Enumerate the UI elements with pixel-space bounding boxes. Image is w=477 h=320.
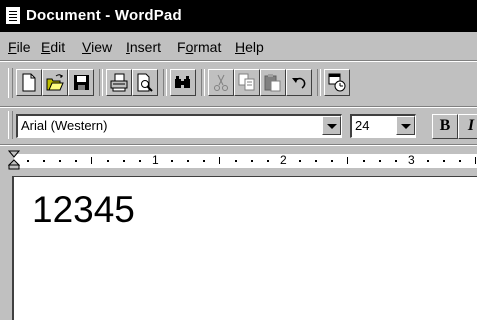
new-icon [22, 73, 36, 92]
ruler-tick [107, 160, 109, 162]
font-name-combobox[interactable]: Arial (Western) [16, 114, 342, 138]
menu-insert[interactable]: Insert [126, 39, 161, 55]
ruler-tick [443, 160, 445, 162]
left-margin-bar [0, 176, 12, 320]
ruler-label-1: 1 [152, 153, 159, 167]
ruler-tick [59, 160, 61, 162]
open-icon [46, 74, 64, 91]
ruler-tick [427, 160, 429, 162]
ruler-tick [187, 160, 189, 162]
font-name-value: Arial (Western) [21, 118, 108, 133]
toolbar-separator [317, 69, 321, 96]
new-button[interactable] [16, 69, 42, 96]
menu-edit[interactable]: Edit [41, 39, 65, 55]
font-dropdown-button[interactable] [322, 116, 341, 135]
font-size-dropdown-button[interactable] [396, 116, 415, 135]
copy-icon [238, 73, 255, 91]
ruler[interactable]: 1 2 3 [0, 146, 477, 174]
ruler-tick [123, 160, 125, 162]
print-icon [110, 73, 128, 92]
ruler-tick [379, 160, 381, 162]
ruler-tick [27, 160, 29, 162]
paste-icon [264, 74, 281, 92]
find-icon [175, 76, 190, 88]
ruler-half-tick [347, 157, 348, 164]
ruler-tick [43, 160, 45, 162]
ruler-tick [299, 160, 301, 162]
formatbar-grip[interactable] [8, 111, 13, 139]
ruler-tick [251, 160, 253, 162]
bold-button[interactable]: B [432, 114, 458, 139]
format-bar: Arial (Western) 24 B I [0, 108, 477, 144]
ruler-half-tick [91, 157, 92, 164]
print-button[interactable] [106, 69, 132, 96]
toolbar-separator [99, 69, 103, 96]
ruler-tick [139, 160, 141, 162]
ruler-tick [75, 160, 77, 162]
cut-button[interactable] [208, 69, 234, 96]
insert-datetime-button[interactable] [324, 69, 350, 96]
ruler-half-tick [219, 157, 220, 164]
paste-button[interactable] [260, 69, 286, 96]
ruler-label-2: 2 [280, 153, 287, 167]
ruler-tick [315, 160, 317, 162]
print-preview-icon [137, 73, 153, 92]
menu-format[interactable]: Format [177, 39, 221, 55]
document-text[interactable]: 12345 [32, 189, 135, 231]
cut-icon [214, 74, 228, 91]
window-title: Document - WordPad [26, 7, 182, 24]
toolbar-separator [201, 69, 205, 96]
open-button[interactable] [42, 69, 68, 96]
ruler-tick [395, 160, 397, 162]
menu-bar: File Edit View Insert Format Help [0, 32, 477, 60]
ruler-half-tick [475, 157, 476, 164]
find-button[interactable] [170, 69, 196, 96]
document-area[interactable]: 12345 [12, 176, 477, 320]
menu-file[interactable]: File [8, 39, 31, 55]
ruler-tick [331, 160, 333, 162]
ruler-label-3: 3 [408, 153, 415, 167]
save-button[interactable] [68, 69, 94, 96]
undo-icon [292, 77, 306, 89]
ruler-tick [203, 160, 205, 162]
indent-marker-icon[interactable] [8, 150, 20, 170]
menu-help[interactable]: Help [235, 39, 264, 55]
toolbar-separator [163, 69, 167, 96]
insert-datetime-icon [328, 73, 346, 92]
ruler-tick [363, 160, 365, 162]
ruler-tick [267, 160, 269, 162]
ruler-tick [459, 160, 461, 162]
toolbar-grip[interactable] [8, 68, 13, 98]
ruler-tick [235, 160, 237, 162]
wordpad-window: Document - WordPad File Edit View Insert… [0, 0, 477, 320]
title-bar[interactable]: Document - WordPad [0, 0, 477, 32]
font-size-combobox[interactable]: 24 [350, 114, 416, 138]
italic-button[interactable]: I [458, 114, 477, 139]
ruler-tick [171, 160, 173, 162]
wordpad-app-icon[interactable] [6, 7, 20, 24]
font-size-value: 24 [355, 118, 370, 133]
standard-toolbar [0, 62, 477, 106]
copy-button[interactable] [234, 69, 260, 96]
menu-view[interactable]: View [82, 39, 112, 55]
save-icon [74, 75, 89, 90]
undo-button[interactable] [286, 69, 312, 96]
print-preview-button[interactable] [132, 69, 158, 96]
